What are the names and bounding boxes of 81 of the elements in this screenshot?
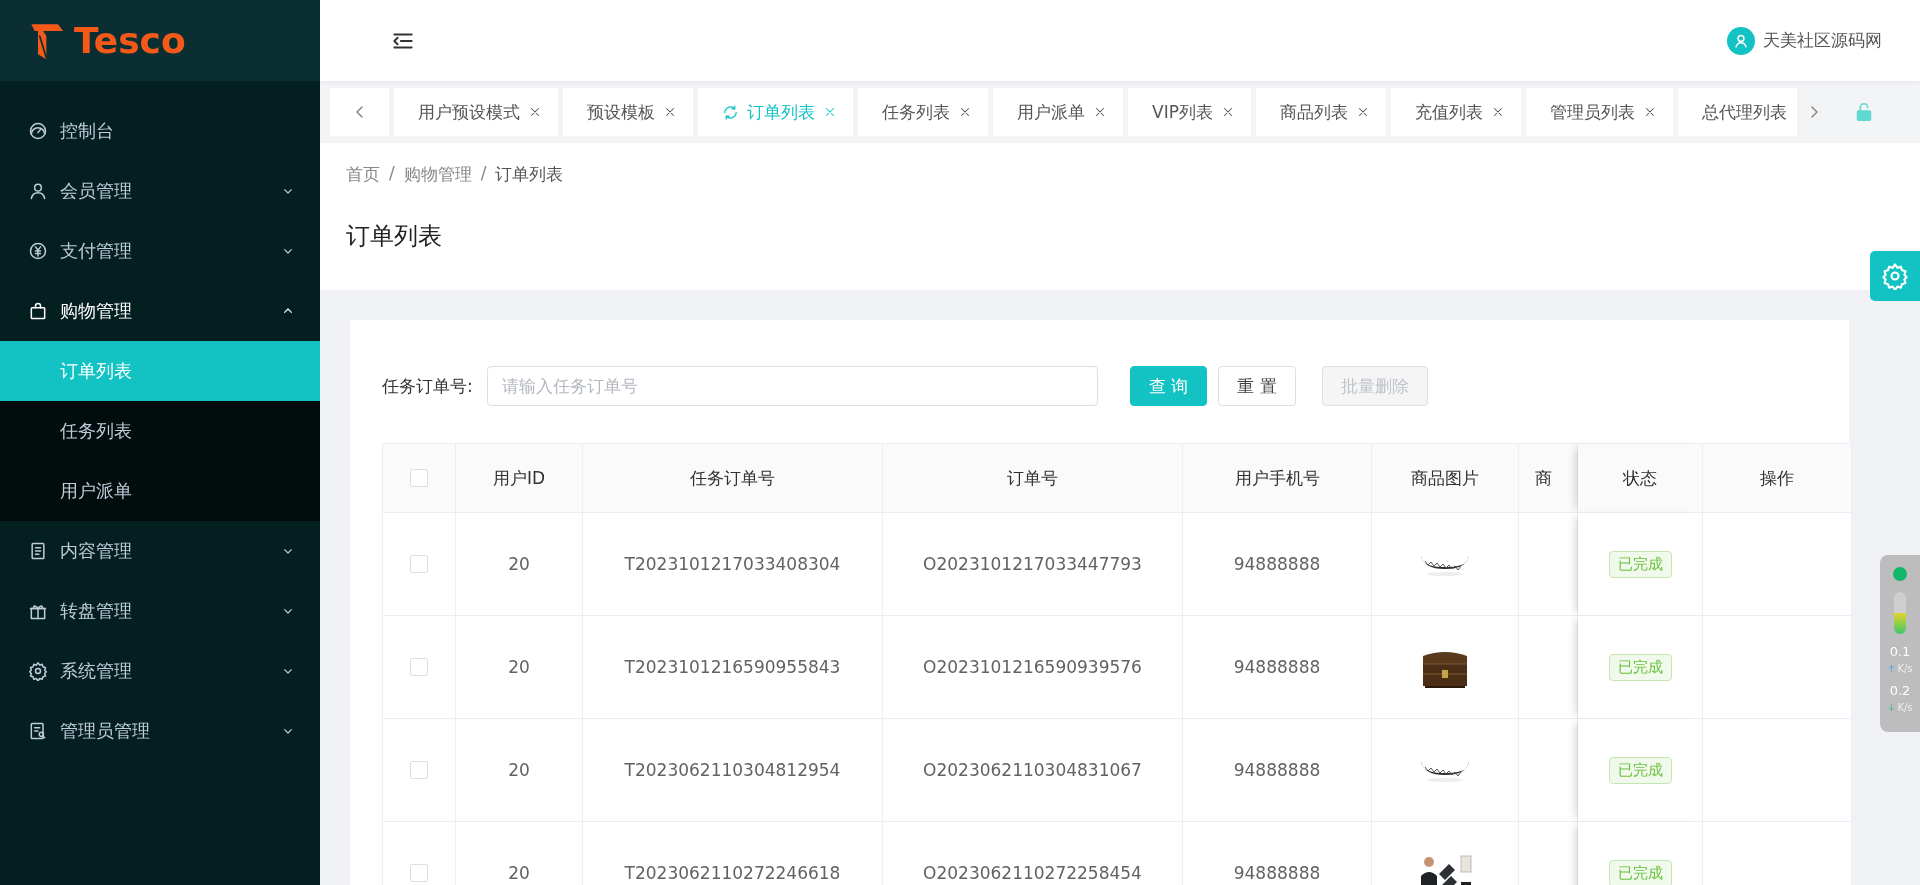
bag-icon	[28, 301, 48, 321]
search-field[interactable]: 请输入任务订单号	[486, 366, 1098, 406]
checkbox[interactable]	[410, 658, 428, 676]
table-cell: O2023101216590939576	[883, 616, 1183, 719]
page-title: 订单列表	[346, 221, 443, 252]
tab[interactable]: 预设模板	[563, 88, 693, 136]
status-tag: 已完成	[1608, 756, 1672, 784]
checkbox[interactable]	[410, 469, 428, 487]
tab[interactable]: 商品列表	[1255, 88, 1386, 136]
column-header: 商	[1519, 444, 1578, 513]
document-icon	[28, 541, 48, 561]
table-cell: 20	[456, 719, 583, 822]
chevron-right-icon	[1810, 106, 1820, 118]
chevron-left-icon	[355, 106, 364, 118]
tab[interactable]: 管理员列表	[1525, 88, 1673, 136]
column-header: 用户手机号	[1183, 444, 1372, 513]
table-cell: T2023101217033408304	[583, 513, 883, 616]
up-arrow-icon	[1887, 664, 1897, 673]
table-cell: 94888888	[1183, 616, 1372, 719]
menu-item[interactable]: 控制台	[0, 101, 320, 161]
down-arrow-icon	[1887, 703, 1897, 712]
checkbox[interactable]	[410, 555, 428, 573]
submenu-item[interactable]: 任务列表	[0, 401, 320, 461]
table-cell: 20	[456, 513, 583, 616]
menu-item[interactable]: 支付管理	[0, 221, 320, 281]
close-icon[interactable]	[958, 105, 972, 119]
column-header: 状态	[1578, 444, 1703, 513]
document-search-icon	[28, 721, 48, 741]
column-header: 操作	[1703, 444, 1852, 513]
column-header: 用户ID	[456, 444, 583, 513]
user-name[interactable]: 天美社区源码网	[1763, 29, 1882, 52]
download-speed: 0.2	[1889, 684, 1911, 698]
reset-button[interactable]: 重 置	[1218, 366, 1296, 406]
status-tag: 已完成	[1608, 859, 1672, 885]
close-icon[interactable]	[663, 105, 677, 119]
column-header: 商品图片	[1372, 444, 1519, 513]
menu-item[interactable]: 内容管理	[0, 521, 320, 581]
table-cell: T2023101216590955843	[583, 616, 883, 719]
breadcrumb-link[interactable]: 首页	[346, 163, 380, 186]
table-cell: 94888888	[1183, 513, 1372, 616]
column-header: 订单号	[883, 444, 1183, 513]
menu-item[interactable]: 系统管理	[0, 641, 320, 701]
user-icon	[28, 181, 48, 201]
tab[interactable]: VIP列表	[1128, 88, 1251, 136]
table-cell: T2023062110304812954	[583, 719, 883, 822]
refresh-icon	[722, 103, 739, 121]
yen-icon	[28, 241, 48, 261]
breadcrumb-separator: /	[480, 163, 487, 185]
tab[interactable]: 任务列表	[858, 88, 988, 136]
settings-button[interactable]	[1870, 251, 1920, 301]
tab[interactable]: 充值列表	[1390, 88, 1521, 136]
tab[interactable]: 总代理列表	[1677, 88, 1797, 136]
submenu-item[interactable]: 用户派单	[0, 461, 320, 521]
field-label: 任务订单号:	[382, 374, 473, 398]
table-cell: 94888888	[1183, 719, 1372, 822]
status-tag: 已完成	[1608, 550, 1672, 578]
gear-icon	[28, 661, 48, 681]
table-cell: 20	[456, 616, 583, 719]
menu-item[interactable]: 购物管理	[0, 281, 320, 341]
tab[interactable]: 用户预设模式	[394, 88, 558, 136]
memory-gauge-icon	[1893, 591, 1907, 635]
menu-item[interactable]: 管理员管理	[0, 701, 320, 761]
gauge-icon	[28, 121, 48, 141]
checkbox[interactable]	[410, 864, 428, 882]
close-icon[interactable]	[1093, 105, 1107, 119]
logo-text: Tesco	[74, 20, 186, 61]
user-avatar[interactable]	[1727, 26, 1755, 55]
menu-item[interactable]: 转盘管理	[0, 581, 320, 641]
upload-speed: 0.1	[1889, 645, 1911, 659]
close-icon[interactable]	[528, 105, 542, 119]
status-dot	[1893, 567, 1907, 581]
breadcrumb-link[interactable]: 购物管理	[403, 163, 472, 186]
checkbox[interactable]	[410, 761, 428, 779]
breadcrumb-separator: /	[389, 163, 395, 185]
menu-item[interactable]: 会员管理	[0, 161, 320, 221]
settings-icon	[1881, 262, 1909, 290]
status-tag: 已完成	[1608, 653, 1672, 681]
column-header: 任务订单号	[583, 444, 883, 513]
table-cell: O2023101217033447793	[883, 513, 1183, 616]
table-cell: O2023062110304831067	[883, 719, 1183, 822]
tab[interactable]: 用户派单	[993, 88, 1123, 136]
